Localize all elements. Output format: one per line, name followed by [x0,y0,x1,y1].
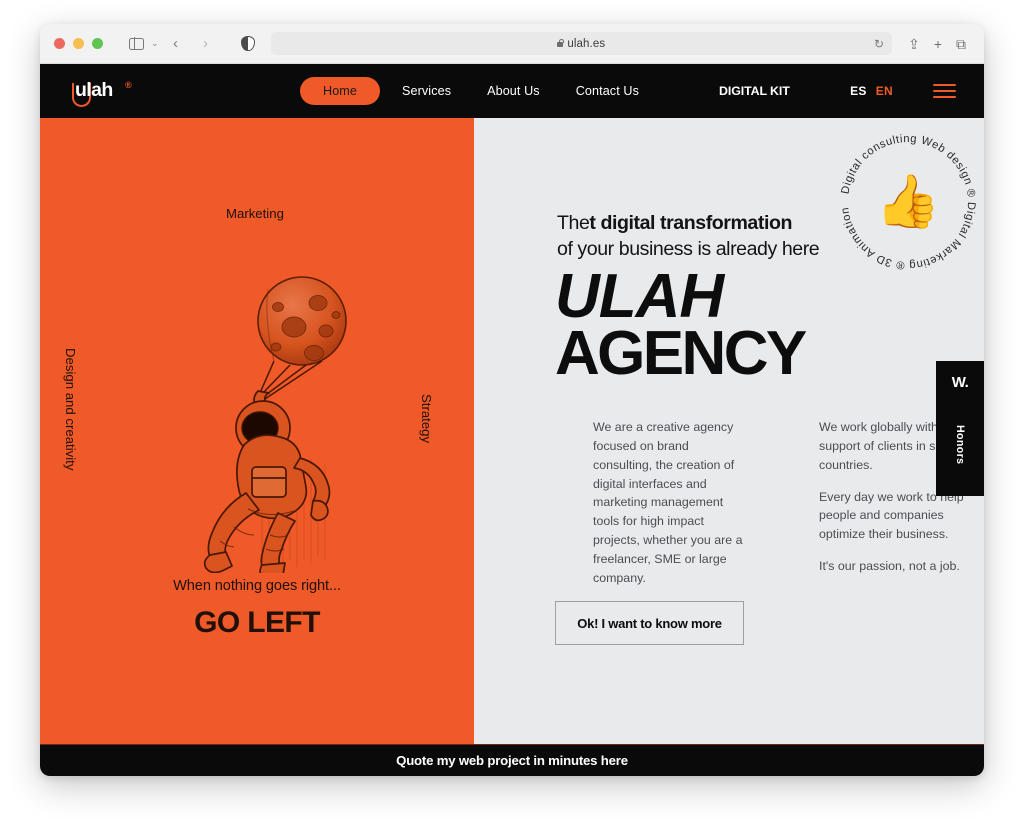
maximize-window-button[interactable] [92,38,103,49]
url-text-wrap: ulah.es [557,38,605,50]
forward-arrow-icon: › [203,35,209,52]
nav-item-about-us[interactable]: About Us [473,77,554,105]
headline-bold: t digital transformation [589,212,792,234]
navigation-controls: ⌄ ‹ › [123,31,219,57]
left-tagline: When nothing goes right... GO LEFT [40,578,474,640]
page-title: ULAH AGENCY [555,262,807,389]
nav-item-home[interactable]: Home [300,77,380,105]
reader-contrast-icon[interactable] [240,36,255,51]
sidebar-icon [128,37,144,50]
bottom-banner-text: Quote my web project in minutes here [396,752,628,768]
lang-option-en[interactable]: EN [876,84,893,98]
logo-wordmark: ulah [75,79,113,101]
lock-icon [557,38,565,47]
nav-item-contact-us[interactable]: Contact Us [562,77,653,105]
site-logo[interactable]: ulah ® [72,74,134,108]
honors-side-tab[interactable]: W. Honors [936,361,984,496]
hero-left-panel: Marketing Design and creativity Strategy [40,118,474,744]
tagline-line-2: GO LEFT [194,606,320,639]
browser-toolbar: ⌄ ‹ › ulah.es ↻ ⇪ + ⧉ [40,24,984,64]
label-strategy: Strategy [419,394,434,444]
page-title-agency: AGENCY [555,319,807,389]
url-text: ulah.es [567,37,606,50]
share-icon[interactable]: ⇪ [908,37,920,51]
page-title-ulah: ULAH [555,262,724,331]
tab-overview-icon[interactable]: ⧉ [956,37,966,51]
thumbs-up-icon: 👍 [875,173,941,231]
forward-button[interactable]: › [193,31,219,57]
back-button[interactable]: ‹ [163,31,189,57]
bottom-banner[interactable]: Quote my web project in minutes here [40,744,984,776]
browser-window: ⌄ ‹ › ulah.es ↻ ⇪ + ⧉ ulah ® Home Servic… [40,24,984,776]
primary-nav: Home Services About Us Contact Us [300,77,653,105]
paragraph: It's our passion, not a job. [819,559,960,574]
honors-logo: W. [951,374,969,391]
hero-section: Marketing Design and creativity Strategy [40,118,984,744]
site-header: ulah ® Home Services About Us Contact Us… [40,64,984,118]
cta-know-more-button[interactable]: Ok! I want to know more [555,601,744,645]
nav-item-services[interactable]: Services [388,77,465,105]
hamburger-icon[interactable] [933,83,956,99]
astronaut-illustration [190,273,390,581]
chevron-down-icon[interactable]: ⌄ [151,38,159,49]
page-viewport: ulah ® Home Services About Us Contact Us… [40,64,984,776]
headline-line-2: of your business is already here [557,238,820,261]
nav-item-digital-kit[interactable]: DIGITAL KIT [719,84,790,98]
hero-text-columns: We are a creative agency focused on bran… [593,418,984,588]
address-bar[interactable]: ulah.es ↻ [270,32,893,55]
label-design-and-creativity: Design and creativity [63,348,78,471]
minimize-window-button[interactable] [73,38,84,49]
language-switcher: ES EN [850,84,893,98]
hero-subheadline: Thet digital transformation of your busi… [557,210,820,262]
paragraph: We are a creative agency focused on bran… [593,420,743,585]
logo-trademark: ® [125,80,132,90]
reload-icon[interactable]: ↻ [874,37,884,51]
toolbar-right-actions: ⇪ + ⧉ [908,37,970,51]
text-column-left: We are a creative agency focused on bran… [593,418,751,588]
sidebar-toggle-button[interactable] [123,31,149,57]
hero-right-panel: Thet digital transformation of your busi… [474,118,984,744]
lang-option-es[interactable]: ES [850,84,867,98]
paragraph: Every day we work to help people and com… [819,489,964,542]
back-arrow-icon: ‹ [173,35,179,52]
hamburger-bar [933,95,956,99]
new-tab-icon[interactable]: + [934,37,942,51]
honors-label: Honors [954,425,966,465]
circular-badge: Digital consulting Web design ® Digital … [832,126,984,278]
label-marketing: Marketing [226,206,284,221]
headline-prefix: The [557,212,590,234]
tagline-line-1: When nothing goes right... [173,578,341,594]
close-window-button[interactable] [54,38,65,49]
hamburger-bar [933,89,956,93]
window-controls [54,38,103,49]
hamburger-bar [933,83,956,87]
